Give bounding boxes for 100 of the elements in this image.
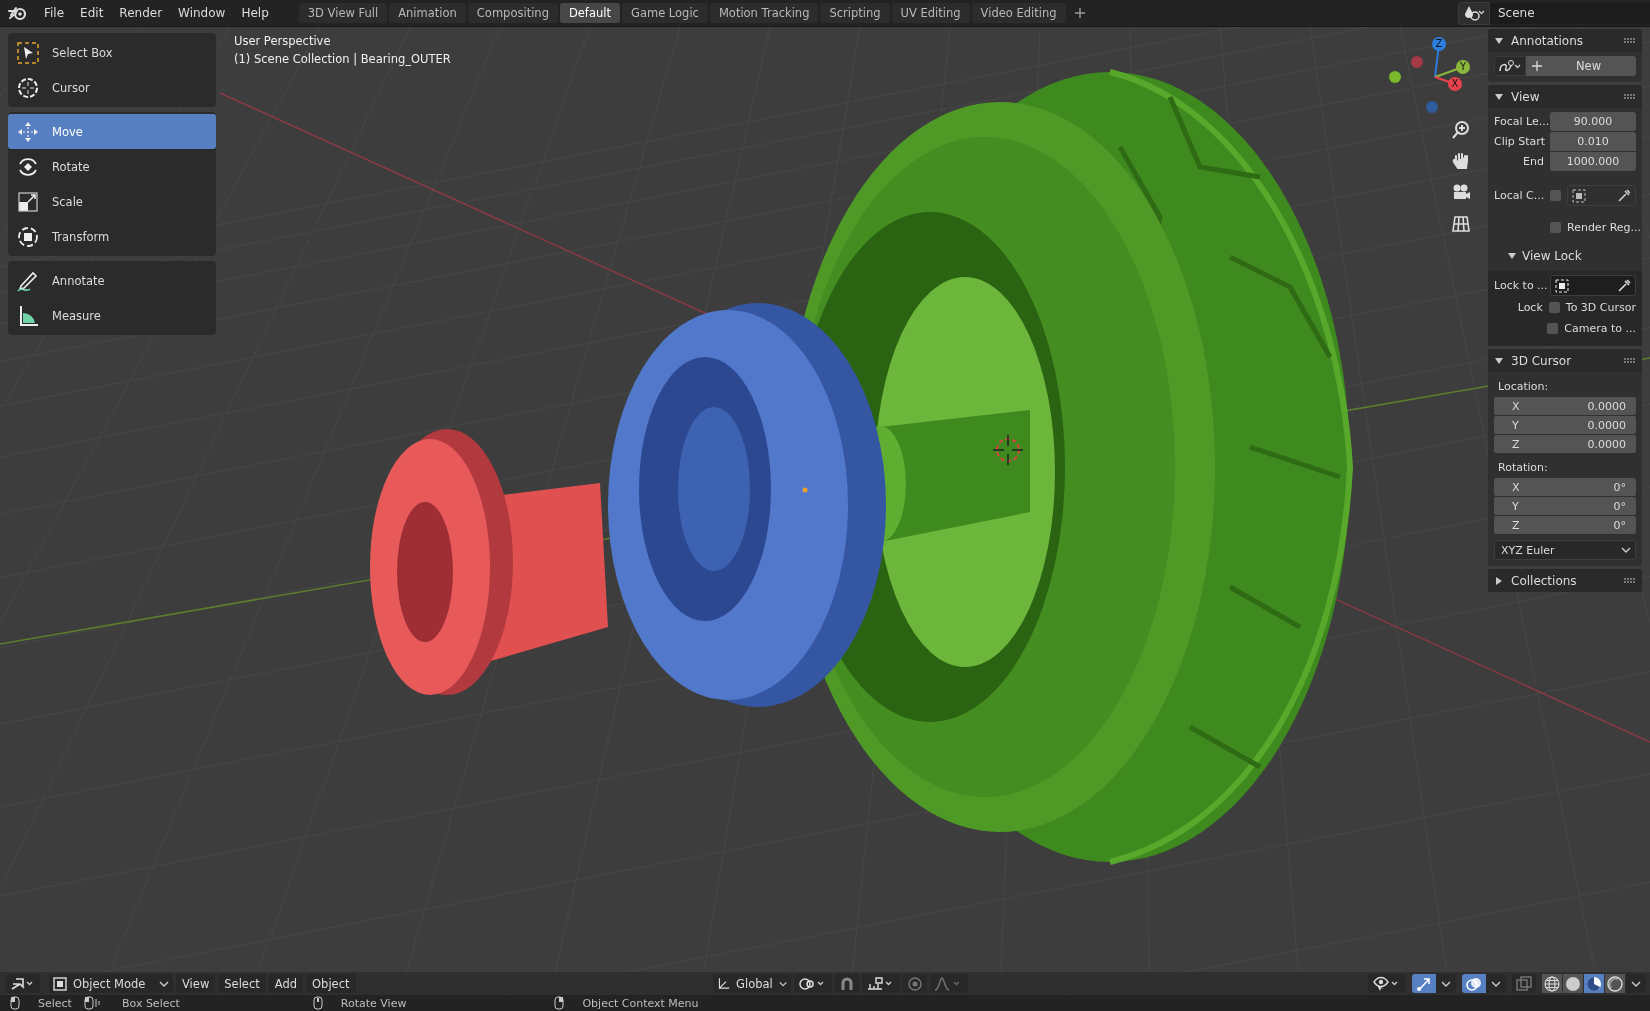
editor-type-button[interactable] bbox=[6, 974, 40, 993]
tool-button[interactable]: Select Box bbox=[8, 35, 216, 70]
workspace-tab[interactable]: UV Editing bbox=[891, 3, 970, 23]
app-logo-icon[interactable] bbox=[8, 5, 28, 21]
workspace-tab[interactable]: Scripting bbox=[820, 3, 890, 23]
axis-ball[interactable]: Y bbox=[1456, 60, 1470, 74]
menu-item[interactable]: File bbox=[36, 3, 73, 23]
number-field[interactable]: X 0° bbox=[1494, 478, 1636, 496]
add-icon[interactable] bbox=[1073, 7, 1086, 19]
workspace-tab[interactable]: Animation bbox=[389, 3, 466, 23]
panel-title: Annotations bbox=[1511, 33, 1584, 48]
drag-handle-icon[interactable] bbox=[1624, 577, 1636, 584]
menu-item[interactable]: Edit bbox=[72, 3, 112, 23]
panel-header[interactable]: View bbox=[1488, 85, 1642, 108]
menu-item[interactable]: Help bbox=[233, 3, 277, 23]
annotation-source-button[interactable] bbox=[1494, 56, 1526, 76]
number-field[interactable]: 0.010 bbox=[1550, 132, 1636, 151]
scene-name-field[interactable]: Scene bbox=[1490, 2, 1650, 24]
new-button[interactable]: New bbox=[1526, 56, 1636, 76]
checkbox[interactable] bbox=[1550, 190, 1561, 201]
caret-icon[interactable] bbox=[1436, 974, 1456, 993]
disclosure-triangle-icon[interactable] bbox=[1508, 252, 1516, 260]
snap-target-icon[interactable] bbox=[862, 974, 900, 993]
tool-button[interactable]: Cursor bbox=[8, 70, 216, 105]
disclosure-triangle-icon[interactable] bbox=[1495, 92, 1503, 101]
drag-handle-icon[interactable] bbox=[1624, 357, 1636, 364]
number-field[interactable]: X 0.0000 bbox=[1494, 397, 1636, 415]
eyedropper-icon[interactable] bbox=[1617, 278, 1631, 293]
subpanel-header[interactable]: View Lock bbox=[1494, 241, 1636, 267]
caret-icon[interactable] bbox=[1486, 974, 1506, 993]
orientation-dropdown[interactable]: Global bbox=[713, 974, 791, 993]
caret-icon bbox=[1621, 547, 1631, 553]
axis-ball[interactable]: Z bbox=[1432, 37, 1446, 51]
caret-icon bbox=[159, 980, 169, 987]
stroke-icon bbox=[1498, 59, 1522, 73]
tool-button[interactable]: Move bbox=[8, 114, 216, 149]
xray-toggle[interactable] bbox=[1512, 974, 1536, 993]
tool-button[interactable]: Scale bbox=[8, 184, 216, 219]
gizmo-toggle[interactable] bbox=[1412, 974, 1436, 993]
eyedropper-icon[interactable] bbox=[1617, 188, 1631, 203]
number-field[interactable]: Z 0° bbox=[1494, 516, 1636, 534]
transform-icon bbox=[16, 224, 40, 249]
workspace-tab[interactable]: Compositing bbox=[467, 3, 558, 23]
disclosure-triangle-icon[interactable] bbox=[1495, 576, 1503, 585]
number-field[interactable]: Z 0.0000 bbox=[1494, 435, 1636, 453]
tool-button[interactable]: Measure bbox=[8, 298, 216, 333]
header-menu[interactable]: Select bbox=[218, 974, 266, 993]
menu-item[interactable]: Window bbox=[170, 3, 234, 23]
drag-handle-icon[interactable] bbox=[1624, 93, 1636, 100]
disclosure-triangle-icon[interactable] bbox=[1495, 36, 1503, 45]
checkbox[interactable] bbox=[1548, 302, 1560, 313]
object-icon bbox=[53, 976, 67, 991]
section-label: Rotation: bbox=[1497, 460, 1549, 474]
wireframe-shading-button[interactable] bbox=[1542, 974, 1562, 993]
material-shading-button[interactable] bbox=[1584, 974, 1604, 993]
tool-button[interactable]: Rotate bbox=[8, 149, 216, 184]
header-menu[interactable]: Object bbox=[306, 974, 356, 993]
caret-icon[interactable] bbox=[1626, 974, 1646, 993]
pivot-point-icon[interactable] bbox=[794, 974, 832, 993]
axis-dot[interactable] bbox=[1426, 101, 1438, 113]
mode-dropdown[interactable]: Object Mode bbox=[49, 974, 173, 993]
workspace-tab[interactable]: 3D View Full bbox=[298, 3, 388, 23]
menu-item[interactable]: Render bbox=[111, 3, 171, 23]
solid-shading-button[interactable] bbox=[1563, 974, 1583, 993]
overlay-toggle[interactable] bbox=[1462, 974, 1486, 993]
rotation-mode-dropdown[interactable]: XYZ Euler bbox=[1494, 540, 1636, 560]
object-picker-field[interactable] bbox=[1567, 185, 1636, 206]
rendered-shading-button[interactable] bbox=[1605, 974, 1625, 993]
field-label: Clip Start bbox=[1494, 135, 1544, 148]
axis-ball[interactable]: X bbox=[1448, 77, 1462, 91]
number-field[interactable]: 1000.000 bbox=[1550, 152, 1636, 171]
header-menu[interactable]: Add bbox=[268, 974, 304, 993]
viewport-info-text: (1) Scene Collection | Bearing_OUTER bbox=[234, 52, 451, 66]
checkbox[interactable] bbox=[1550, 222, 1561, 233]
number-field[interactable]: 90.000 bbox=[1550, 112, 1636, 131]
field-label: End bbox=[1522, 155, 1544, 168]
panel-header[interactable]: Collections bbox=[1488, 569, 1642, 592]
panel-header[interactable]: Annotations bbox=[1488, 29, 1642, 52]
checkbox[interactable] bbox=[1547, 323, 1559, 334]
visibility-eye-icon[interactable] bbox=[1368, 974, 1406, 993]
falloff-curve-icon[interactable] bbox=[930, 974, 968, 993]
disclosure-triangle-icon[interactable] bbox=[1495, 356, 1503, 365]
tool-button[interactable]: Annotate bbox=[8, 263, 216, 298]
header-menu[interactable]: View bbox=[176, 974, 216, 993]
snap-magnet-icon[interactable] bbox=[835, 974, 859, 993]
drag-handle-icon[interactable] bbox=[1624, 37, 1636, 44]
workspace-tab[interactable]: Motion Tracking bbox=[709, 3, 819, 23]
status-hint-text: Select bbox=[38, 996, 72, 1010]
scene-type-button[interactable] bbox=[1458, 1, 1490, 25]
object-picker-field[interactable] bbox=[1550, 275, 1636, 296]
workspace-tab[interactable]: Game Logic bbox=[621, 3, 708, 23]
number-field[interactable]: Y 0.0000 bbox=[1494, 416, 1636, 434]
number-field[interactable]: Y 0° bbox=[1494, 497, 1636, 515]
tool-button[interactable]: Transform bbox=[8, 219, 216, 254]
workspace-tab[interactable]: Video Editing bbox=[971, 3, 1066, 23]
axis-dot[interactable] bbox=[1411, 56, 1423, 68]
panel-header[interactable]: 3D Cursor bbox=[1488, 349, 1642, 372]
workspace-tab[interactable]: Default bbox=[559, 3, 620, 23]
proportional-edit-icon[interactable] bbox=[903, 974, 927, 993]
axis-dot[interactable] bbox=[1389, 71, 1401, 83]
